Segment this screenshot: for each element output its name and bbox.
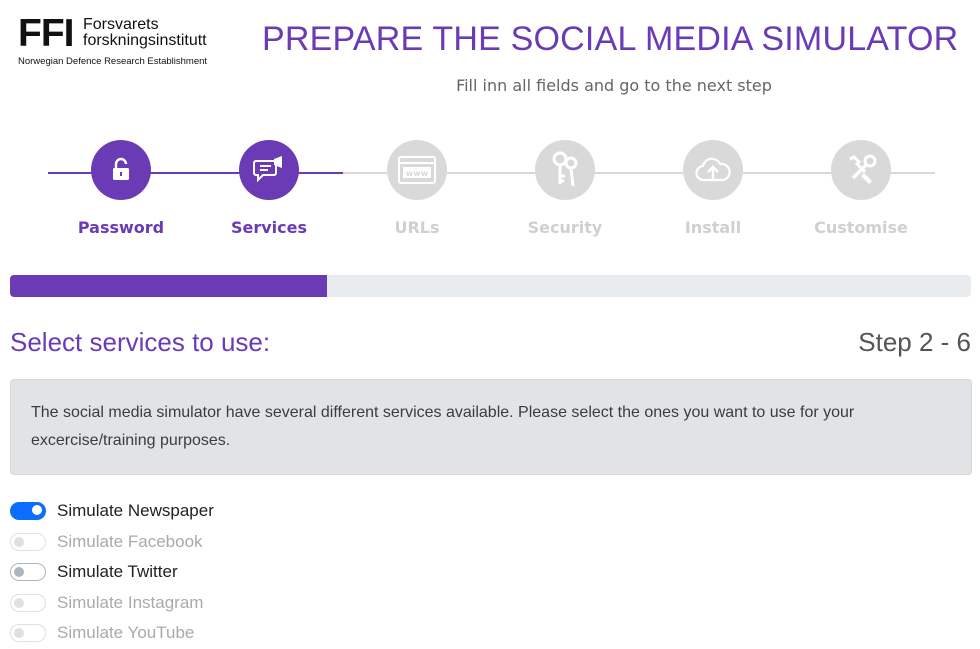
option-label: Simulate Newspaper bbox=[57, 501, 214, 521]
section-title: Select services to use: bbox=[10, 327, 271, 357]
www-icon: www bbox=[387, 140, 447, 200]
step-label: Install bbox=[684, 218, 742, 237]
page-subtitle: Fill inn all fields and go to the next s… bbox=[456, 76, 772, 95]
unlock-icon bbox=[91, 140, 151, 200]
page-title: PREPARE THE SOCIAL MEDIA SIMULATOR bbox=[262, 20, 959, 58]
step-install[interactable]: Install bbox=[653, 140, 773, 237]
option-youtube[interactable]: Simulate YouTube bbox=[10, 618, 214, 649]
option-label: Simulate Twitter bbox=[57, 562, 178, 582]
toggle-switch[interactable] bbox=[10, 624, 46, 643]
toggle-switch[interactable] bbox=[10, 563, 46, 582]
step-customise[interactable]: Customise bbox=[801, 140, 921, 237]
step-services[interactable]: Services bbox=[209, 140, 329, 237]
info-alert: The social media simulator have several … bbox=[10, 379, 972, 475]
progress-fill bbox=[10, 275, 328, 297]
logo-subtitle: Norwegian Defence Research Establishment bbox=[18, 56, 208, 67]
option-newspaper[interactable]: Simulate Newspaper bbox=[10, 496, 214, 527]
step-label: Services bbox=[230, 218, 308, 237]
option-label: Simulate Instagram bbox=[57, 592, 204, 612]
tools-icon bbox=[831, 140, 891, 200]
option-instagram[interactable]: Simulate Instagram bbox=[10, 588, 214, 619]
svg-text:www: www bbox=[406, 169, 429, 178]
step-label: Password bbox=[77, 218, 165, 237]
step-counter: Step 2 - 6 bbox=[858, 327, 971, 357]
step-label: Customise bbox=[814, 218, 908, 237]
toggle-switch[interactable] bbox=[10, 502, 46, 521]
cloud-upload-icon bbox=[683, 140, 743, 200]
step-label: Security bbox=[527, 218, 603, 237]
option-label: Simulate Facebook bbox=[57, 531, 203, 551]
toggle-switch[interactable] bbox=[10, 532, 46, 551]
option-label: Simulate YouTube bbox=[57, 623, 195, 643]
wizard-progress-bar bbox=[10, 275, 971, 297]
step-security[interactable]: Security bbox=[505, 140, 625, 237]
ffi-logo: FFI Forsvarets forskningsinstitutt Norwe… bbox=[18, 12, 228, 70]
services-list: Simulate Newspaper Simulate Facebook Sim… bbox=[10, 496, 214, 649]
wizard-stepper: Password Services www URLs Security Inst… bbox=[0, 140, 980, 240]
toggle-switch[interactable] bbox=[10, 593, 46, 612]
megaphone-chat-icon bbox=[239, 140, 299, 200]
option-facebook[interactable]: Simulate Facebook bbox=[10, 527, 214, 558]
option-twitter[interactable]: Simulate Twitter bbox=[10, 557, 214, 588]
step-urls[interactable]: www URLs bbox=[357, 140, 477, 237]
logo-name-line2: forskningsinstitutt bbox=[83, 32, 207, 49]
keys-icon bbox=[535, 140, 595, 200]
step-label: URLs bbox=[394, 218, 440, 237]
logo-mark: FFI bbox=[18, 12, 74, 55]
step-password[interactable]: Password bbox=[61, 140, 181, 237]
